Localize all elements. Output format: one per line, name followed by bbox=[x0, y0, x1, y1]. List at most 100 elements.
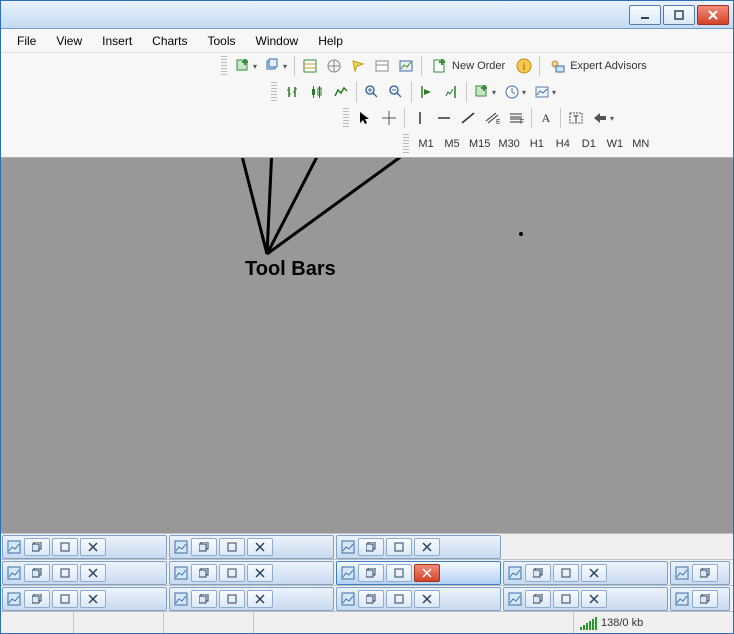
close-icon[interactable] bbox=[414, 564, 440, 582]
restore-icon[interactable] bbox=[24, 590, 50, 608]
data-window-button[interactable] bbox=[322, 55, 346, 77]
menu-insert[interactable]: Insert bbox=[92, 31, 142, 51]
maximize-icon[interactable] bbox=[553, 590, 579, 608]
restore-icon[interactable] bbox=[358, 538, 384, 556]
line-chart-button[interactable] bbox=[329, 81, 353, 103]
cursor-button[interactable] bbox=[353, 107, 377, 129]
maximize-icon[interactable] bbox=[219, 590, 245, 608]
restore-icon[interactable] bbox=[525, 564, 551, 582]
menu-charts[interactable]: Charts bbox=[142, 31, 197, 51]
chart-tab[interactable] bbox=[670, 587, 730, 611]
zoom-in-button[interactable] bbox=[360, 81, 384, 103]
grip-icon[interactable] bbox=[221, 56, 227, 76]
close-icon[interactable] bbox=[80, 538, 106, 556]
grip-icon[interactable] bbox=[403, 134, 409, 154]
navigator-button[interactable] bbox=[346, 55, 370, 77]
arrows-button[interactable]: ▾ bbox=[588, 107, 618, 129]
grip-icon[interactable] bbox=[271, 82, 277, 102]
text-label-button[interactable]: T bbox=[564, 107, 588, 129]
equidistant-channel-button[interactable]: E bbox=[480, 107, 504, 129]
timeframe-d1[interactable]: D1 bbox=[576, 133, 602, 155]
profiles-button[interactable]: ▾ bbox=[261, 55, 291, 77]
chart-tab[interactable] bbox=[2, 535, 167, 559]
bar-chart-button[interactable] bbox=[281, 81, 305, 103]
timeframe-m15[interactable]: M15 bbox=[465, 133, 494, 155]
crosshair-button[interactable] bbox=[377, 107, 401, 129]
restore-icon[interactable] bbox=[191, 564, 217, 582]
chart-tab-active[interactable] bbox=[336, 561, 501, 585]
strategy-tester-button[interactable] bbox=[394, 55, 418, 77]
minimize-button[interactable] bbox=[629, 5, 661, 25]
new-order-button[interactable]: New Order bbox=[425, 55, 512, 77]
maximize-icon[interactable] bbox=[386, 590, 412, 608]
text-button[interactable]: A bbox=[535, 107, 557, 129]
trendline-button[interactable] bbox=[456, 107, 480, 129]
periodicity-button[interactable]: ▾ bbox=[500, 81, 530, 103]
maximize-icon[interactable] bbox=[52, 590, 78, 608]
close-icon[interactable] bbox=[581, 564, 607, 582]
new-chart-button[interactable]: ▾ bbox=[231, 55, 261, 77]
close-icon[interactable] bbox=[247, 590, 273, 608]
restore-icon[interactable] bbox=[358, 590, 384, 608]
maximize-icon[interactable] bbox=[386, 564, 412, 582]
chart-tab[interactable] bbox=[2, 587, 167, 611]
maximize-icon[interactable] bbox=[52, 564, 78, 582]
close-icon[interactable] bbox=[247, 538, 273, 556]
terminal-button[interactable] bbox=[370, 55, 394, 77]
restore-icon[interactable] bbox=[24, 538, 50, 556]
restore-icon[interactable] bbox=[525, 590, 551, 608]
timeframe-m1[interactable]: M1 bbox=[413, 133, 439, 155]
maximize-icon[interactable] bbox=[386, 538, 412, 556]
market-watch-button[interactable] bbox=[298, 55, 322, 77]
close-icon[interactable] bbox=[414, 590, 440, 608]
close-icon[interactable] bbox=[80, 590, 106, 608]
vertical-line-button[interactable] bbox=[408, 107, 432, 129]
chart-shift-button[interactable] bbox=[439, 81, 463, 103]
restore-icon[interactable] bbox=[358, 564, 384, 582]
close-icon[interactable] bbox=[80, 564, 106, 582]
maximize-icon[interactable] bbox=[219, 564, 245, 582]
close-icon[interactable] bbox=[247, 564, 273, 582]
close-button[interactable] bbox=[697, 5, 729, 25]
chart-tab[interactable] bbox=[503, 561, 668, 585]
metaeditor-button[interactable]: i bbox=[512, 55, 536, 77]
restore-icon[interactable] bbox=[191, 538, 217, 556]
menu-window[interactable]: Window bbox=[246, 31, 309, 51]
menu-file[interactable]: File bbox=[7, 31, 46, 51]
chart-tab[interactable] bbox=[336, 587, 501, 611]
close-icon[interactable] bbox=[581, 590, 607, 608]
timeframe-m30[interactable]: M30 bbox=[494, 133, 523, 155]
menu-help[interactable]: Help bbox=[308, 31, 353, 51]
chart-tab[interactable] bbox=[169, 561, 334, 585]
restore-icon[interactable] bbox=[191, 590, 217, 608]
chart-tab[interactable] bbox=[336, 535, 501, 559]
candlestick-chart-button[interactable] bbox=[305, 81, 329, 103]
timeframe-h4[interactable]: H4 bbox=[550, 133, 576, 155]
indicators-button[interactable]: ▾ bbox=[470, 81, 500, 103]
menu-tools[interactable]: Tools bbox=[198, 31, 246, 51]
maximize-icon[interactable] bbox=[553, 564, 579, 582]
templates-button[interactable]: ▾ bbox=[530, 81, 560, 103]
zoom-out-button[interactable] bbox=[384, 81, 408, 103]
maximize-icon[interactable] bbox=[219, 538, 245, 556]
chart-tab[interactable] bbox=[503, 587, 668, 611]
maximize-icon[interactable] bbox=[52, 538, 78, 556]
timeframe-m5[interactable]: M5 bbox=[439, 133, 465, 155]
fibonacci-button[interactable]: F bbox=[504, 107, 528, 129]
horizontal-line-button[interactable] bbox=[432, 107, 456, 129]
maximize-button[interactable] bbox=[663, 5, 695, 25]
chart-tab[interactable] bbox=[169, 535, 334, 559]
restore-icon[interactable] bbox=[692, 564, 718, 582]
expert-advisors-button[interactable]: Expert Advisors bbox=[543, 55, 653, 77]
chart-tab[interactable] bbox=[169, 587, 334, 611]
restore-icon[interactable] bbox=[24, 564, 50, 582]
close-icon[interactable] bbox=[414, 538, 440, 556]
auto-scroll-button[interactable] bbox=[415, 81, 439, 103]
chart-tab[interactable] bbox=[670, 561, 730, 585]
timeframe-h1[interactable]: H1 bbox=[524, 133, 550, 155]
timeframe-mn[interactable]: MN bbox=[628, 133, 654, 155]
timeframe-w1[interactable]: W1 bbox=[602, 133, 628, 155]
menu-view[interactable]: View bbox=[46, 31, 92, 51]
grip-icon[interactable] bbox=[343, 108, 349, 128]
restore-icon[interactable] bbox=[692, 590, 718, 608]
